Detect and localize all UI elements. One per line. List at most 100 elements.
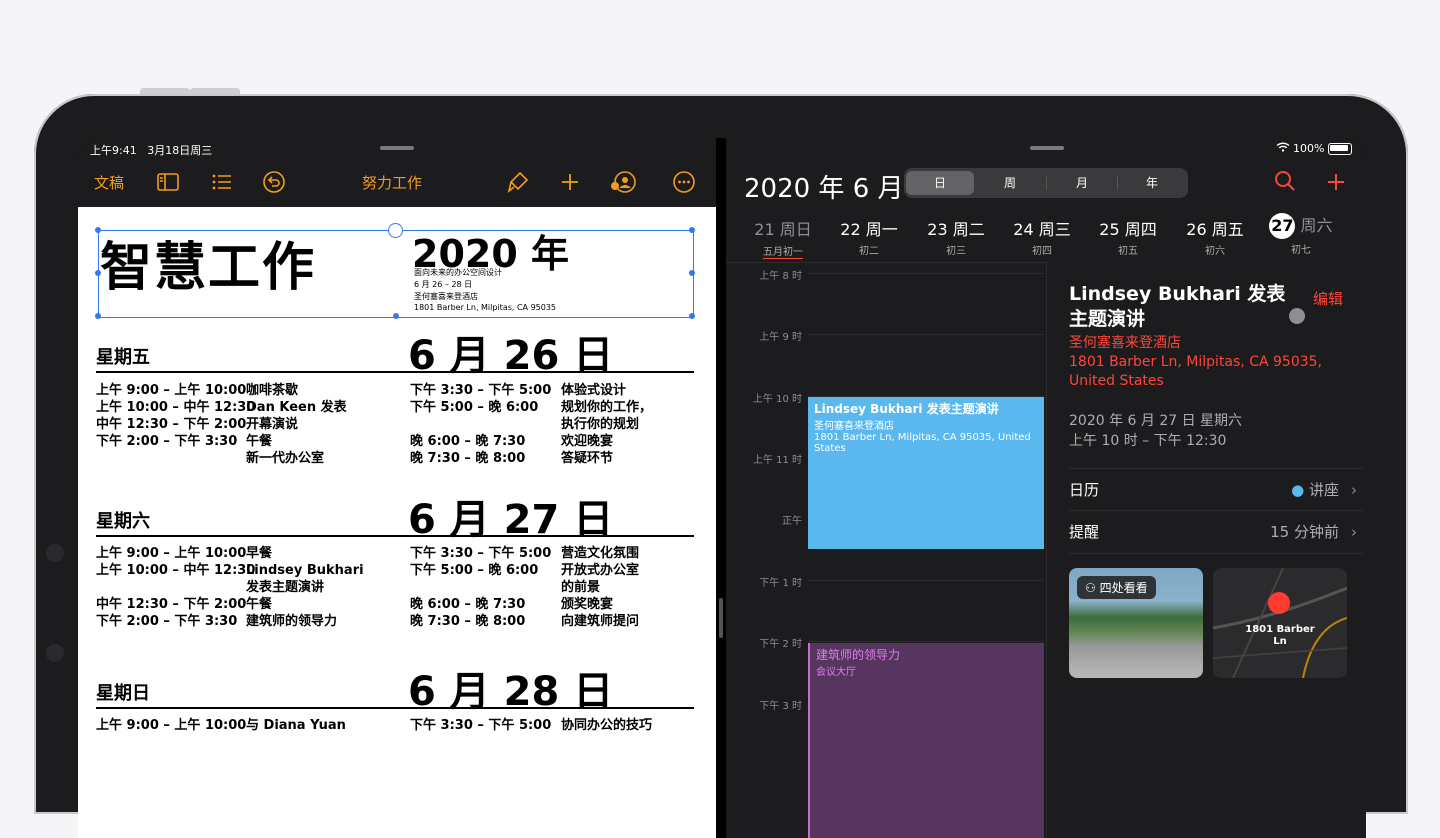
time-label: 上午 10 时 <box>752 394 802 405</box>
status-bar-right: 100% <box>1276 142 1352 155</box>
day-name: 星期日 <box>96 683 150 704</box>
event-keynote[interactable]: Lindsey Bukhari 发表主题演讲 圣何塞喜来登酒店 1801 Bar… <box>808 397 1044 549</box>
detail-address-line2[interactable]: United States <box>1069 372 1164 391</box>
side-sensor <box>46 544 64 562</box>
schedule-events-left: 早餐 Lindsey Bukhari 发表主题演讲 午餐 建筑师的领导力 <box>246 546 364 629</box>
time-label: 下午 3 时 <box>759 701 802 712</box>
add-event-icon[interactable] <box>1326 170 1346 198</box>
schedule-times-right: 下午 3:30 – 下午 5:00 下午 5:00 – 晚 6:00 晚 6:00… <box>410 383 552 466</box>
time-label: 上午 9 时 <box>759 332 802 343</box>
week-day-24[interactable]: 24 周三 初四 <box>999 216 1085 257</box>
schedule-events-right: 营造文化氛围 开放式办公室 的前景 颁奖晚宴 向建筑师提问 <box>561 546 640 629</box>
calendar-app: 100% 2020 年 6 月 日 周 月 年 21 周日 五月初一 22 周一… <box>726 138 1366 838</box>
schedule-times-left: 上午 9:00 – 上午 10:00 <box>96 718 247 733</box>
collaborate-icon[interactable] <box>610 170 636 194</box>
week-day-21[interactable]: 21 周日 五月初一 <box>740 216 826 259</box>
pages-app: 上午9:41 3月18日周三 文稿 努力工作 智慧工作 2020 年 面向未来的… <box>78 138 716 838</box>
calendar-color-dot <box>1289 308 1305 324</box>
documents-button[interactable]: 文稿 <box>94 172 124 193</box>
hour-line <box>808 334 1044 335</box>
chevron-right-icon: › <box>1351 523 1357 541</box>
selection-box[interactable] <box>98 230 694 318</box>
segment-month[interactable]: 月 <box>1048 171 1116 195</box>
time-label: 上午 11 时 <box>752 455 802 466</box>
alert-value: 15 分钟前 <box>1270 523 1339 541</box>
multitask-grabber[interactable] <box>380 146 414 150</box>
resize-handle[interactable] <box>689 227 695 233</box>
rotation-handle[interactable] <box>388 223 403 238</box>
look-around-thumbnail[interactable]: ⚇ 四处看看 <box>1069 568 1203 678</box>
resize-handle[interactable] <box>95 227 101 233</box>
schedule-events-left: 与 Diana Yuan <box>246 718 346 733</box>
segment-week[interactable]: 周 <box>976 171 1044 195</box>
battery-icon <box>1328 143 1352 155</box>
status-date: 3月18日周三 <box>147 144 213 157</box>
schedule-times-left: 上午 9:00 – 上午 10:00 上午 10:00 – 中午 12:30 中午 … <box>96 383 256 449</box>
sidebar-icon[interactable] <box>156 170 180 194</box>
detail-date: 2020 年 6 月 27 日 星期六 <box>1069 413 1243 429</box>
calendar-month-title: 2020 年 6 月 <box>744 174 904 204</box>
segment-separator <box>1046 176 1047 190</box>
map-pin-icon <box>1268 592 1290 614</box>
alert-row[interactable]: 提醒 15 分钟前 › <box>1069 510 1363 554</box>
week-day-23[interactable]: 23 周二 初三 <box>913 216 999 257</box>
resize-handle[interactable] <box>689 313 695 319</box>
format-brush-icon[interactable] <box>506 170 530 194</box>
calendar-label: 日历 <box>1069 481 1100 499</box>
screen: 上午9:41 3月18日周三 文稿 努力工作 智慧工作 2020 年 面向未来的… <box>78 138 1366 838</box>
insert-plus-icon[interactable] <box>558 170 582 194</box>
schedule-events-right: 体验式设计 规划你的工作， 执行你的规划 欢迎晚宴 答疑环节 <box>561 383 653 466</box>
schedule-times-right: 下午 3:30 – 下午 5:00 <box>410 718 552 733</box>
schedule-events-right: 协同办公的技巧 <box>561 718 653 733</box>
edit-button[interactable]: 编辑 <box>1313 288 1343 309</box>
document-page[interactable]: 智慧工作 2020 年 面向未来的办公空间设计 6 月 26 – 28 日 圣何… <box>78 207 716 838</box>
hour-line <box>808 273 1044 274</box>
day-name: 星期六 <box>96 511 150 532</box>
week-day-25[interactable]: 25 周四 初五 <box>1085 216 1171 257</box>
resize-handle[interactable] <box>689 270 695 276</box>
event-location: 圣何塞喜来登酒店 <box>814 421 894 432</box>
side-sensor <box>46 644 64 662</box>
segment-day[interactable]: 日 <box>906 171 974 195</box>
binoculars-icon: ⚇ <box>1085 581 1096 595</box>
event-title: Lindsey Bukhari 发表主题演讲 <box>814 402 999 416</box>
week-day-22[interactable]: 22 周一 初二 <box>826 216 912 257</box>
document-title[interactable]: 努力工作 <box>362 172 422 193</box>
search-icon[interactable] <box>1274 170 1296 198</box>
look-around-button[interactable]: ⚇ 四处看看 <box>1077 576 1156 599</box>
event-address: 1801 Barber Ln, Milpitas, CA 95035, Unit… <box>814 432 1031 454</box>
event-architect-leadership[interactable]: 建筑师的领导力 会议大厅 <box>808 643 1044 838</box>
event-location: 会议大厅 <box>816 667 856 678</box>
segment-year[interactable]: 年 <box>1118 171 1186 195</box>
resize-handle[interactable] <box>95 313 101 319</box>
calendar-row[interactable]: 日历 ● 讲座 › <box>1069 468 1363 511</box>
battery-percent: 100% <box>1293 142 1325 155</box>
more-icon[interactable] <box>672 170 696 194</box>
split-view-handle[interactable] <box>719 598 723 638</box>
detail-title: Lindsey Bukhari 发表主题演讲 <box>1069 283 1286 330</box>
resize-handle[interactable] <box>393 313 399 319</box>
event-detail-panel: Lindsey Bukhari 发表主题演讲 编辑 圣何塞喜来登酒店 1801 … <box>1046 262 1366 838</box>
schedule-events-left: 咖啡茶歇 Dan Keen 发表 开幕演说 午餐 新一代办公室 <box>246 383 347 466</box>
hour-line <box>808 641 1044 642</box>
status-bar-left: 上午9:41 3月18日周三 <box>90 142 212 158</box>
divider <box>96 535 694 537</box>
detail-address-line1[interactable]: 1801 Barber Ln, Milpitas, CA 95035, <box>1069 353 1322 372</box>
week-day-27-selected[interactable]: 27 周六 初七 <box>1258 212 1344 256</box>
event-title: 建筑师的领导力 <box>816 648 901 662</box>
week-day-26[interactable]: 26 周五 初六 <box>1172 216 1258 257</box>
schedule-times-left: 上午 9:00 – 上午 10:00 上午 10:00 – 中午 12:30 中午… <box>96 546 256 629</box>
divider <box>96 707 694 709</box>
wifi-icon <box>1276 142 1294 155</box>
split-divider <box>716 138 726 838</box>
pages-toolbar: 文稿 努力工作 <box>78 166 716 206</box>
undo-icon[interactable] <box>262 170 286 194</box>
detail-location[interactable]: 圣何塞喜来登酒店 <box>1069 334 1181 353</box>
calendar-value: ● 讲座 <box>1291 481 1339 499</box>
resize-handle[interactable] <box>95 270 101 276</box>
view-segmented-control: 日 周 月 年 <box>904 168 1188 198</box>
multitask-grabber[interactable] <box>1030 146 1064 150</box>
list-icon[interactable] <box>210 170 234 194</box>
map-thumbnail[interactable]: 1801 Barber Ln <box>1213 568 1347 678</box>
detail-time: 上午 10 时 – 下午 12:30 <box>1069 433 1227 449</box>
